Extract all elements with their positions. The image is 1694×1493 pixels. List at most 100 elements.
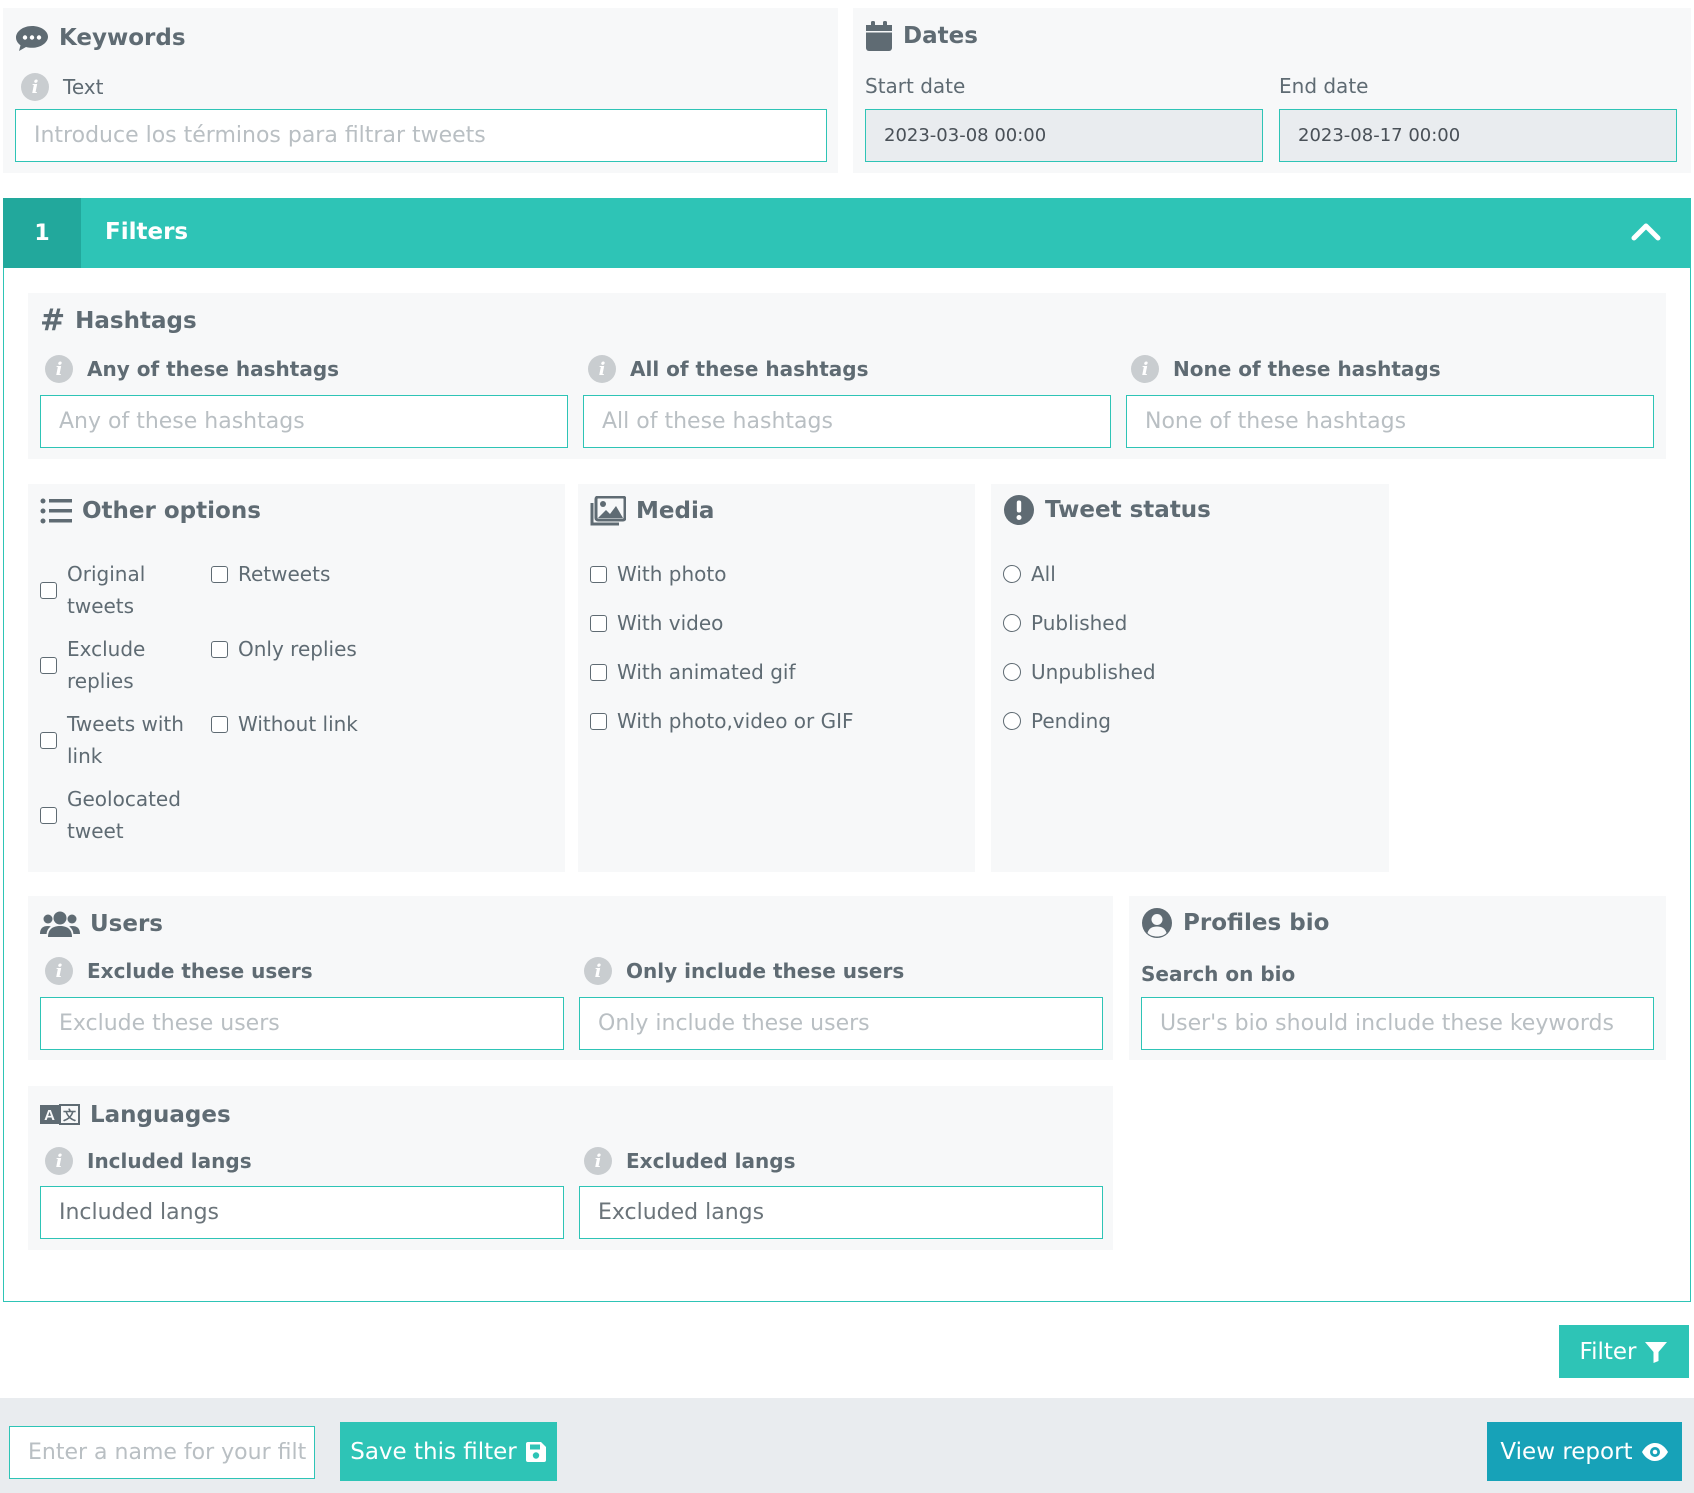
users-panel: Users i Exclude these users Exclude thes… <box>28 896 1113 1060</box>
bio-search-input[interactable]: User's bio should include these keywords <box>1141 997 1654 1050</box>
all-hashtags-input[interactable]: All of these hashtags <box>583 395 1111 448</box>
start-date-input[interactable]: 2023-03-08 00:00 <box>865 109 1263 162</box>
status-pending-radio[interactable] <box>1003 712 1021 730</box>
status-unpublished-label: Unpublished <box>1031 660 1156 684</box>
hashtags-heading: # Hashtags <box>40 306 197 336</box>
exclude-users-input[interactable]: Exclude these users <box>40 997 564 1050</box>
filter-name-input[interactable]: Enter a name for your filt <box>9 1426 315 1479</box>
with-gif-checkbox[interactable] <box>590 663 607 681</box>
comment-dots-icon <box>15 24 49 52</box>
status-unpublished-radio[interactable] <box>1003 663 1021 681</box>
profiles-bio-panel: Profiles bio Search on bio User's bio sh… <box>1129 896 1666 1060</box>
keywords-title: Keywords <box>59 25 186 51</box>
excluded-langs-label: Excluded langs <box>626 1149 796 1173</box>
tweets-with-link-label-1: Tweets with <box>67 712 184 736</box>
save-filter-button[interactable]: Save this filter <box>340 1422 557 1481</box>
tweets-with-link-option[interactable]: Tweets with link <box>40 708 184 772</box>
with-photo-checkbox[interactable] <box>590 565 607 583</box>
keywords-text-input[interactable]: Introduce los términos para filtrar twee… <box>15 109 827 162</box>
without-link-checkbox[interactable] <box>211 715 228 733</box>
included-langs-input[interactable]: Included langs <box>40 1186 564 1239</box>
with-photo-option[interactable]: With photo <box>590 558 726 590</box>
exclude-replies-checkbox[interactable] <box>40 656 57 674</box>
with-any-media-option[interactable]: With photo,video or GIF <box>590 705 854 737</box>
excluded-langs-input[interactable]: Excluded langs <box>579 1186 1103 1239</box>
view-report-label: View report <box>1500 1438 1633 1465</box>
with-gif-option[interactable]: With animated gif <box>590 656 796 688</box>
filters-title: Filters <box>105 219 189 245</box>
with-photo-label: With photo <box>617 562 727 586</box>
with-video-option[interactable]: With video <box>590 607 723 639</box>
any-hashtags-label: Any of these hashtags <box>87 357 340 381</box>
with-any-media-label: With photo,video or GIF <box>617 709 854 733</box>
end-date-input[interactable]: 2023-08-17 00:00 <box>1279 109 1677 162</box>
include-users-label-row: i Only include these users <box>584 957 904 985</box>
profiles-bio-title: Profiles bio <box>1183 910 1330 936</box>
all-hashtags-label: All of these hashtags <box>630 357 869 381</box>
chevron-up-icon[interactable] <box>1631 220 1661 242</box>
status-all-label: All <box>1031 562 1056 586</box>
users-icon <box>40 910 80 938</box>
users-title: Users <box>90 911 163 937</box>
included-langs-label: Included langs <box>87 1149 252 1173</box>
info-icon: i <box>1131 355 1159 383</box>
other-options-panel: Other options Original tweets Retweets Ex… <box>28 484 565 872</box>
media-title: Media <box>636 498 715 524</box>
any-hashtags-input[interactable]: Any of these hashtags <box>40 395 568 448</box>
tweet-status-title: Tweet status <box>1045 497 1211 523</box>
all-hashtags-label-row: i All of these hashtags <box>588 355 869 383</box>
without-link-option[interactable]: Without link <box>211 708 358 740</box>
geolocated-label-1: Geolocated <box>67 787 181 811</box>
geolocated-option[interactable]: Geolocated tweet <box>40 783 181 847</box>
none-hashtags-label-row: i None of these hashtags <box>1131 355 1441 383</box>
geolocated-checkbox[interactable] <box>40 806 57 824</box>
filters-header[interactable]: 1 Filters <box>3 198 1691 268</box>
dates-heading: Dates <box>865 20 978 52</box>
other-options-title: Other options <box>82 498 261 524</box>
retweets-option[interactable]: Retweets <box>211 558 330 590</box>
info-icon: i <box>45 1147 73 1175</box>
media-heading: Media <box>590 496 714 526</box>
retweets-checkbox[interactable] <box>211 565 228 583</box>
dates-title: Dates <box>903 23 978 49</box>
without-link-label: Without link <box>238 712 358 736</box>
filter-button[interactable]: Filter <box>1559 1325 1689 1378</box>
exclude-replies-label-1: Exclude <box>67 637 146 661</box>
status-published-option[interactable]: Published <box>1003 607 1127 639</box>
original-tweets-checkbox[interactable] <box>40 581 57 599</box>
tweets-with-link-checkbox[interactable] <box>40 731 57 749</box>
with-video-label: With video <box>617 611 724 635</box>
status-unpublished-option[interactable]: Unpublished <box>1003 656 1156 688</box>
status-all-option[interactable]: All <box>1003 558 1056 590</box>
included-langs-placeholder: Included langs <box>59 1200 220 1225</box>
include-users-input[interactable]: Only include these users <box>579 997 1103 1050</box>
media-panel: Media With photo With video With animate… <box>578 484 975 872</box>
with-video-checkbox[interactable] <box>590 614 607 632</box>
tweets-with-link-label-2: link <box>67 744 103 768</box>
start-date-value: 2023-03-08 00:00 <box>884 125 1047 146</box>
with-any-media-checkbox[interactable] <box>590 712 607 730</box>
none-hashtags-input[interactable]: None of these hashtags <box>1126 395 1654 448</box>
original-tweets-option[interactable]: Original tweets <box>40 558 145 622</box>
text-label: Text <box>63 75 104 99</box>
any-hashtags-placeholder: Any of these hashtags <box>59 409 305 434</box>
info-icon: i <box>584 1147 612 1175</box>
filters-step-number: 1 <box>34 220 50 246</box>
only-replies-checkbox[interactable] <box>211 640 228 658</box>
only-replies-option[interactable]: Only replies <box>211 633 357 665</box>
retweets-label: Retweets <box>238 562 331 586</box>
eye-icon <box>1641 1442 1669 1462</box>
excluded-langs-label-row: i Excluded langs <box>584 1147 795 1175</box>
profiles-bio-heading: Profiles bio <box>1141 907 1329 939</box>
status-all-radio[interactable] <box>1003 565 1021 583</box>
status-published-radio[interactable] <box>1003 614 1021 632</box>
keywords-panel: Keywords i Text Introduce los términos p… <box>3 8 838 173</box>
view-report-button[interactable]: View report <box>1487 1422 1682 1481</box>
geolocated-label-2: tweet <box>67 819 124 843</box>
languages-panel: A文 Languages i Included langs Included l… <box>28 1086 1113 1250</box>
info-icon: i <box>21 73 49 101</box>
excluded-langs-placeholder: Excluded langs <box>598 1200 765 1225</box>
status-pending-option[interactable]: Pending <box>1003 705 1111 737</box>
save-filter-label: Save this filter <box>350 1438 517 1465</box>
exclude-replies-option[interactable]: Exclude replies <box>40 633 145 697</box>
